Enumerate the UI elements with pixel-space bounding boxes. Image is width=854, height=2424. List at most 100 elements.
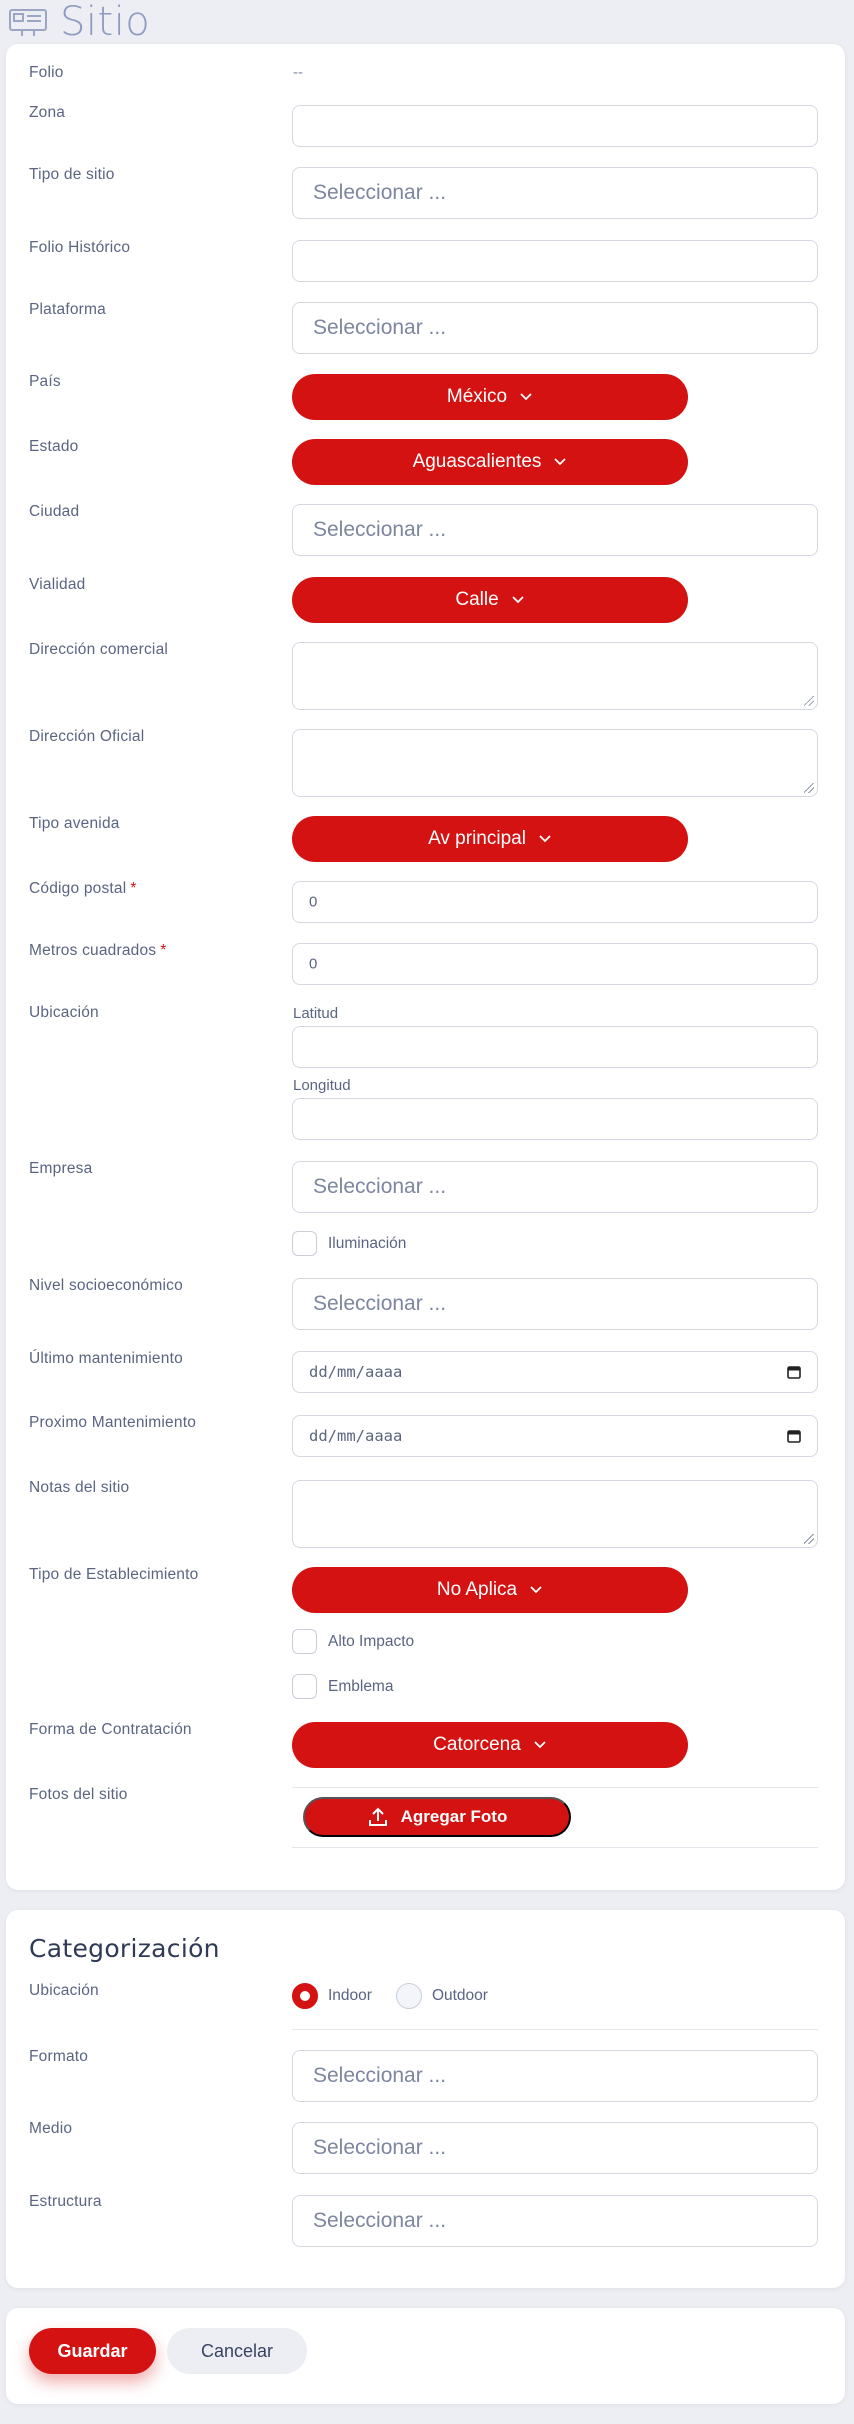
latitud-label: Latitud bbox=[293, 1005, 339, 1022]
proximo-mantenimiento-label: Proximo Mantenimiento bbox=[29, 1414, 197, 1431]
iluminacion-checkbox[interactable] bbox=[292, 1231, 317, 1256]
plataforma-label: Plataforma bbox=[29, 301, 106, 318]
formato-select[interactable]: Seleccionar ... bbox=[292, 2050, 818, 2102]
tipo-avenida-dropdown[interactable]: Av principal bbox=[292, 816, 688, 862]
chevron-down-icon bbox=[554, 458, 567, 466]
site-form-card: Folio -- Zona Tipo de sitio Seleccionar … bbox=[6, 44, 845, 1890]
direccion-comercial-label: Dirección comercial bbox=[29, 641, 169, 658]
section-title: Categorización bbox=[29, 1934, 220, 1963]
direccion-comercial-textarea[interactable] bbox=[292, 642, 818, 710]
estado-label: Estado bbox=[29, 438, 79, 455]
vialidad-dropdown[interactable]: Calle bbox=[292, 577, 688, 623]
alto-impacto-checkbox[interactable] bbox=[292, 1629, 317, 1654]
fotos-sitio-label: Fotos del sitio bbox=[29, 1786, 128, 1803]
vialidad-value: Calle bbox=[455, 589, 499, 610]
divider bbox=[292, 1787, 818, 1788]
ubicacion-radio-group: Indoor Outdoor bbox=[292, 1983, 488, 2009]
tipo-sitio-label: Tipo de sitio bbox=[29, 166, 115, 183]
indoor-label[interactable]: Indoor bbox=[328, 1987, 372, 2005]
tipo-avenida-value: Av principal bbox=[428, 828, 526, 849]
metros-cuadrados-label: Metros cuadrados * bbox=[29, 942, 167, 959]
forma-contratacion-value: Catorcena bbox=[433, 1734, 521, 1755]
alto-impacto-checkbox-row[interactable]: Alto Impacto bbox=[292, 1629, 414, 1654]
chevron-down-icon bbox=[520, 393, 532, 401]
proximo-mantenimiento-date[interactable]: dd/mm/aaaa bbox=[292, 1415, 818, 1457]
resize-handle[interactable] bbox=[804, 696, 814, 706]
upload-icon bbox=[368, 1807, 387, 1826]
required-marker: * bbox=[130, 880, 137, 897]
outdoor-radio[interactable] bbox=[395, 1983, 422, 2009]
nivel-socioeconomico-select[interactable]: Seleccionar ... bbox=[292, 1278, 818, 1330]
estado-dropdown[interactable]: Aguascalientes bbox=[292, 439, 688, 485]
calendar-icon[interactable] bbox=[787, 1429, 801, 1443]
direccion-oficial-textarea[interactable] bbox=[292, 729, 818, 797]
estado-value: Aguascalientes bbox=[412, 451, 542, 472]
iluminacion-label: Iluminación bbox=[328, 1234, 407, 1252]
categorization-card: Categorización Ubicación Indoor Outdoor … bbox=[6, 1910, 845, 2288]
required-marker: * bbox=[160, 942, 167, 959]
direccion-oficial-label: Dirección Oficial bbox=[29, 728, 145, 745]
folio-historico-input[interactable] bbox=[292, 240, 818, 282]
zona-label: Zona bbox=[29, 104, 66, 121]
billboard-icon bbox=[9, 9, 47, 36]
save-button[interactable]: Guardar bbox=[29, 2328, 156, 2374]
page-header: Sitio bbox=[8, 0, 150, 44]
resize-handle[interactable] bbox=[804, 783, 814, 793]
pais-label: País bbox=[29, 373, 61, 390]
metros-cuadrados-input[interactable]: 0 bbox=[292, 943, 818, 985]
forma-contratacion-dropdown[interactable]: Catorcena bbox=[292, 1722, 688, 1768]
vialidad-label: Vialidad bbox=[29, 576, 86, 593]
empresa-label: Empresa bbox=[29, 1160, 93, 1177]
forma-contratacion-label: Forma de Contratación bbox=[29, 1721, 192, 1738]
plataforma-select[interactable]: Seleccionar ... bbox=[292, 302, 818, 354]
add-photo-label: Agregar Foto bbox=[400, 1807, 508, 1826]
estructura-select[interactable]: Seleccionar ... bbox=[292, 2195, 818, 2247]
codigo-postal-input[interactable]: 0 bbox=[292, 881, 818, 923]
folio-historico-label: Folio Histórico bbox=[29, 239, 131, 256]
estructura-label: Estructura bbox=[29, 2193, 102, 2210]
calendar-icon[interactable] bbox=[787, 1365, 801, 1379]
tipo-establecimiento-label: Tipo de Establecimiento bbox=[29, 1566, 199, 1583]
emblema-label: Emblema bbox=[328, 1677, 394, 1695]
cat-ubicacion-label: Ubicación bbox=[29, 1982, 99, 1999]
chevron-down-icon bbox=[512, 596, 524, 604]
codigo-postal-label: Código postal * bbox=[29, 880, 137, 897]
emblema-checkbox[interactable] bbox=[292, 1674, 317, 1699]
folio-value: -- bbox=[293, 64, 303, 81]
pais-dropdown[interactable]: México bbox=[292, 374, 688, 420]
empresa-select[interactable]: Seleccionar ... bbox=[292, 1161, 818, 1213]
outdoor-label[interactable]: Outdoor bbox=[432, 1987, 488, 2005]
resize-handle[interactable] bbox=[804, 1534, 814, 1544]
chevron-down-icon bbox=[530, 1586, 542, 1594]
page-title: Sitio bbox=[60, 0, 151, 45]
chevron-down-icon bbox=[539, 835, 551, 843]
formato-label: Formato bbox=[29, 2048, 89, 2065]
tipo-avenida-label: Tipo avenida bbox=[29, 815, 120, 832]
zona-input[interactable] bbox=[292, 105, 818, 147]
add-photo-button[interactable]: Agregar Foto bbox=[303, 1797, 571, 1837]
alto-impacto-label: Alto Impacto bbox=[328, 1632, 415, 1650]
folio-label: Folio bbox=[29, 64, 64, 81]
iluminacion-checkbox-row[interactable]: Iluminación bbox=[292, 1231, 406, 1256]
pais-value: México bbox=[446, 386, 508, 407]
longitud-label: Longitud bbox=[293, 1077, 351, 1094]
chevron-down-icon bbox=[534, 1741, 546, 1749]
ciudad-select[interactable]: Seleccionar ... bbox=[292, 504, 818, 556]
actions-card: Guardar Cancelar bbox=[6, 2308, 845, 2404]
divider bbox=[292, 1847, 818, 1848]
emblema-checkbox-row[interactable]: Emblema bbox=[292, 1674, 393, 1699]
ciudad-label: Ciudad bbox=[29, 503, 80, 520]
tipo-establecimiento-value: No Aplica bbox=[436, 1579, 518, 1600]
tipo-sitio-select[interactable]: Seleccionar ... bbox=[292, 167, 818, 219]
notas-sitio-textarea[interactable] bbox=[292, 1480, 818, 1548]
divider bbox=[292, 2029, 818, 2030]
indoor-radio[interactable] bbox=[292, 1983, 318, 2009]
ubicacion-label: Ubicación bbox=[29, 1004, 99, 1021]
longitud-input[interactable] bbox=[292, 1098, 818, 1140]
cancel-button[interactable]: Cancelar bbox=[167, 2328, 307, 2374]
tipo-establecimiento-dropdown[interactable]: No Aplica bbox=[292, 1567, 688, 1613]
ultimo-mantenimiento-date[interactable]: dd/mm/aaaa bbox=[292, 1351, 818, 1393]
medio-label: Medio bbox=[29, 2120, 73, 2137]
latitud-input[interactable] bbox=[292, 1026, 818, 1068]
medio-select[interactable]: Seleccionar ... bbox=[292, 2122, 818, 2174]
